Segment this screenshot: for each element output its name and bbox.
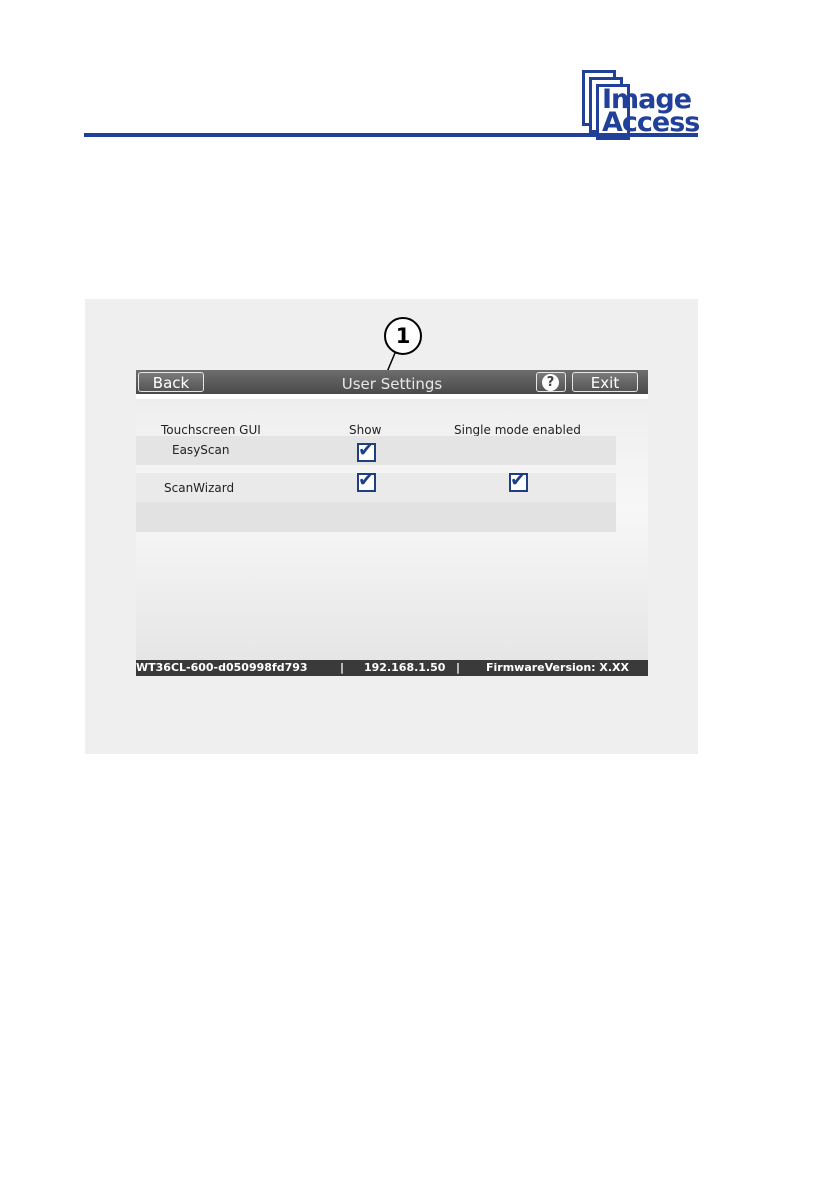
device-id: WT36CL-600-d050998fd793 [136, 661, 308, 674]
row-label-scanwizard: ScanWizard [164, 481, 235, 495]
ip-address: 192.168.1.50 [364, 661, 446, 674]
row-label-easyscan: EasyScan [172, 443, 230, 457]
single-mode-checkbox-scanwizard[interactable]: ✔ [509, 469, 528, 492]
back-button[interactable]: Back [138, 372, 204, 392]
screen-title: User Settings [341, 375, 443, 393]
help-button[interactable]: ? [536, 372, 566, 392]
show-checkbox-easyscan[interactable]: ✔ [357, 439, 376, 462]
status-bar: WT36CL-600-d050998fd793 | 192.168.1.50 |… [136, 660, 648, 676]
column-header-single-mode: Single mode enabled [454, 423, 581, 437]
show-checkbox-scanwizard[interactable]: ✔ [357, 469, 376, 492]
logo-text-access: Access [602, 107, 700, 138]
checkmark-icon: ✔ [358, 439, 374, 461]
title-bar: Back User Settings ? Exit [136, 370, 648, 394]
exit-button[interactable]: Exit [572, 372, 638, 392]
callout-marker: 1 [384, 317, 422, 355]
table-row: ScanWizard [136, 473, 616, 502]
column-header-touchscreen-gui: Touchscreen GUI [161, 423, 261, 437]
title-underline [136, 394, 648, 399]
firmware-version: FirmwareVersion: X.XX [486, 661, 629, 674]
image-access-logo: Image Access [582, 70, 702, 140]
status-separator: | [340, 661, 345, 674]
help-icon: ? [542, 374, 559, 391]
table-row: EasyScan [136, 436, 616, 465]
header-rule [84, 133, 698, 137]
table-row-empty [136, 502, 616, 532]
status-separator: | [456, 661, 461, 674]
checkmark-icon: ✔ [358, 469, 374, 491]
column-header-show: Show [349, 423, 382, 437]
checkmark-icon: ✔ [510, 469, 526, 491]
user-settings-screen: Back User Settings ? Exit Touchscreen GU… [136, 370, 648, 676]
